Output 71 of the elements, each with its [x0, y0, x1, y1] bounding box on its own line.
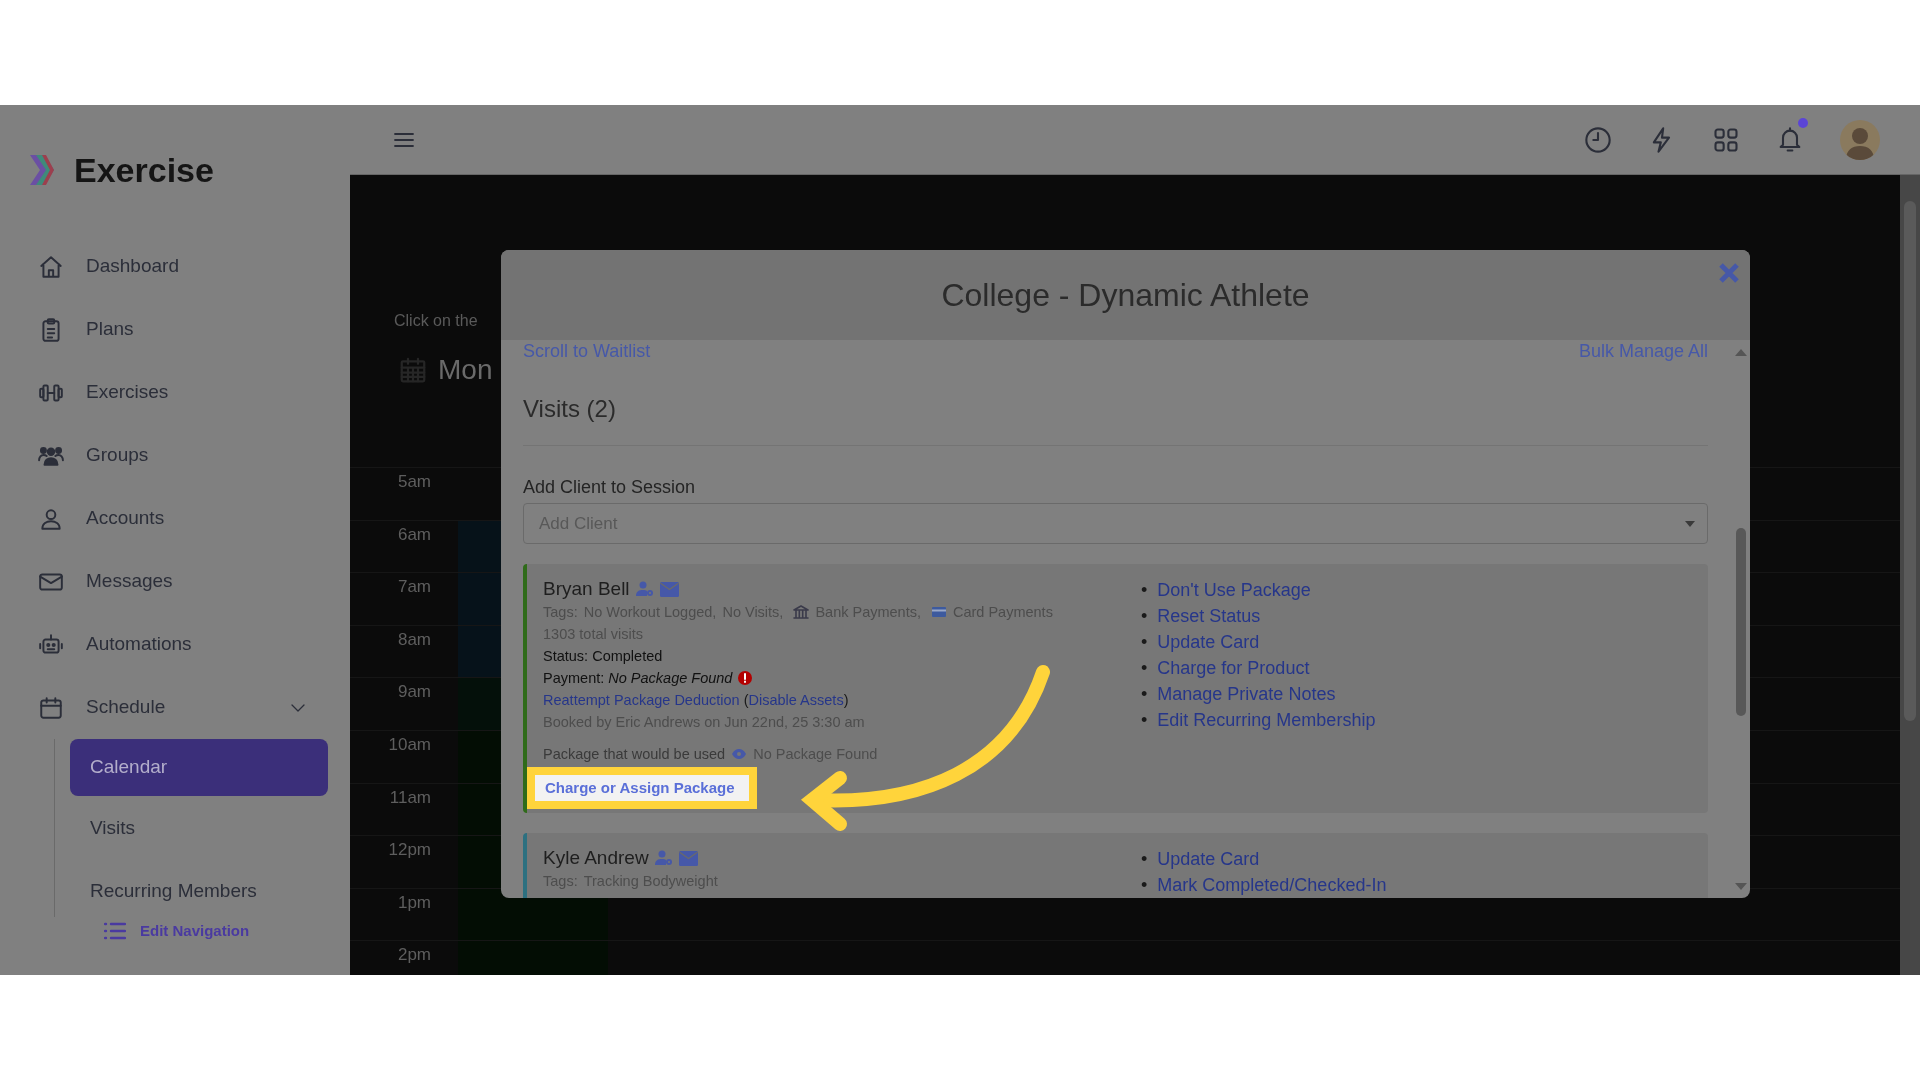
bullet: • [1141, 657, 1148, 680]
sidebar-item[interactable]: Schedule [0, 676, 350, 739]
time-label: 11am [388, 786, 432, 809]
brand-name: Exercise [74, 149, 214, 191]
bullet: • [1141, 579, 1148, 602]
clock-icon [1584, 125, 1612, 154]
list-icon [104, 921, 126, 942]
bullet: • [1141, 631, 1148, 654]
home-icon [38, 253, 64, 280]
time-label: 7am [396, 576, 432, 599]
client-name: Kyle Andrew [543, 846, 649, 870]
grid-icon [1712, 125, 1740, 154]
submenu-item[interactable]: Calendar [70, 739, 328, 796]
payment-text: Payment: No Package Found [543, 669, 733, 688]
sidebar-item[interactable]: Dashboard [0, 235, 350, 298]
deduction-link[interactable]: Reattempt Package Deduction [543, 692, 740, 708]
field-label: Add Client to Session [523, 476, 697, 498]
time-label: 2pm [396, 944, 432, 967]
submenu-item[interactable]: Visits [70, 802, 328, 854]
submenu-item[interactable]: Recurring Members [70, 865, 328, 917]
close-icon [1718, 261, 1740, 284]
status-text: Status: Completed [543, 647, 664, 666]
sidebar-item[interactable]: Groups [0, 424, 350, 487]
sidebar-item[interactable]: Automations [0, 613, 350, 676]
action-link[interactable]: Mark Completed/Checked-In [1157, 872, 1387, 898]
caret-icon [1685, 520, 1695, 527]
bullet: • [1141, 709, 1148, 732]
charge-package-button[interactable]: Charge or Assign Package [545, 777, 735, 799]
sidebar-item[interactable]: Accounts [0, 487, 350, 550]
card-icon [930, 604, 947, 620]
sidebar-item[interactable]: Plans [0, 298, 350, 361]
bullet: • [1141, 874, 1148, 897]
edit-navigation-link[interactable]: Edit Navigation [140, 920, 250, 943]
time-label: 9am [396, 681, 432, 704]
hint-text: Click on the [394, 311, 479, 331]
package-label: Package that would be used [543, 745, 726, 764]
avatar[interactable] [1840, 119, 1880, 160]
sidebar-item[interactable]: Exercises [0, 361, 350, 424]
eye-icon [731, 748, 748, 760]
envelope-icon [659, 581, 679, 597]
action-link[interactable]: Update Card [1157, 629, 1260, 655]
action-link[interactable]: Manage Private Notes [1157, 681, 1336, 707]
user-gear-icon [635, 581, 654, 597]
user-gear-icon [654, 850, 673, 866]
bulk-manage-link[interactable]: Bulk Manage All [1578, 340, 1708, 362]
section-heading: Visits (2) [523, 394, 617, 424]
deduction-text: Reattempt Package Deduction (Disable Assets) [543, 691, 850, 710]
deduction-link[interactable]: Disable Assets [748, 692, 844, 708]
action-link[interactable]: Reset Status [1157, 603, 1261, 629]
bank-icon [793, 604, 810, 620]
client-name: Bryan Bell [543, 577, 630, 601]
time-label: 10am [387, 733, 432, 756]
time-label: 5am [396, 471, 432, 493]
sidebar-item[interactable]: Messages [0, 550, 350, 613]
modal-title: College - Dynamic Athlete [941, 275, 1310, 315]
calendar-icon [398, 355, 428, 385]
bullet: • [1141, 683, 1148, 706]
bullet: • [1141, 605, 1148, 628]
action-link[interactable]: Don't Use Package [1157, 577, 1311, 603]
action-link[interactable]: Update Card [1157, 846, 1260, 872]
action-link[interactable]: Edit Recurring Membership [1157, 707, 1376, 733]
time-label: 1pm [396, 891, 432, 914]
time-label: 6am [396, 523, 432, 546]
envelope-icon [678, 850, 698, 866]
calendar-icon [38, 694, 64, 721]
date-heading: Mon [438, 353, 493, 387]
time-label: 8am [396, 628, 432, 651]
scroll-to-waitlist-link[interactable]: Scroll to Waitlist [523, 340, 651, 362]
bullet: • [1141, 848, 1148, 871]
time-label: 12pm [387, 839, 432, 862]
action-link[interactable]: Charge for Product [1157, 655, 1310, 681]
